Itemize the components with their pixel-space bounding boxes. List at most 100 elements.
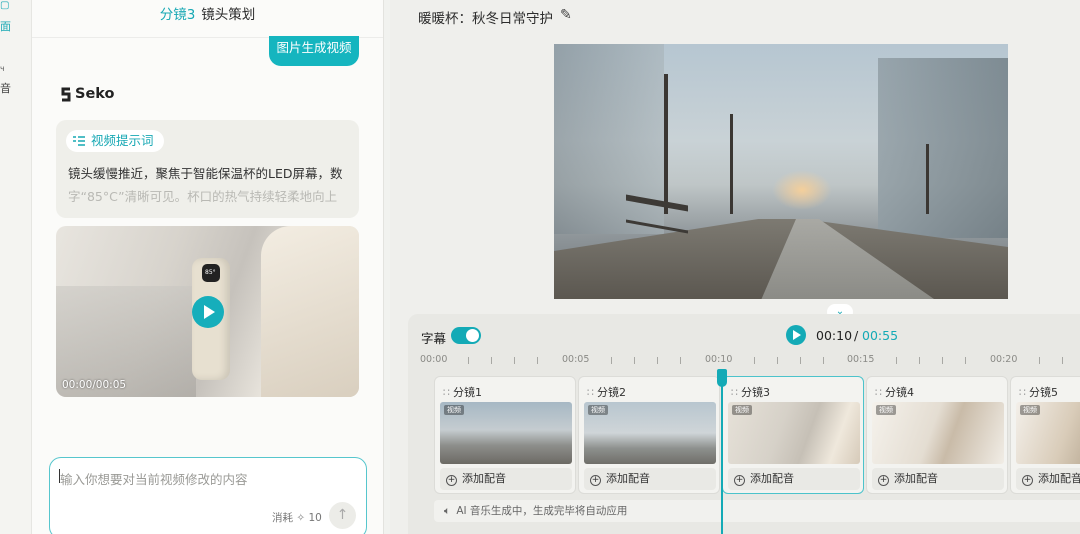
ruler-tick — [919, 357, 920, 364]
prompt-chip-label: 视频提示词 — [91, 133, 154, 148]
preview-sun — [772, 170, 832, 210]
shot-name: ∷ 分镜2 — [587, 384, 626, 400]
preview-tree — [664, 74, 668, 214]
shot-card-5[interactable]: ∷ 分镜5 视频 + 添加配音 — [1010, 376, 1080, 494]
rail-item-1[interactable]: 面 — [0, 18, 11, 34]
generated-video[interactable]: 85° 00:00/00:05 — [56, 226, 359, 397]
shot-track: ∷ 分镜1 视频 + 添加配音 ∷ 分镜2 视频 + 添加配音 ∷ 分镜3 视频 + 添加配… — [434, 376, 1080, 494]
brand-name: Seko — [75, 86, 115, 102]
preview-tree — [730, 114, 733, 214]
sparkle-icon: ✧ — [296, 512, 306, 524]
shot-name: ∷ 分镜5 — [1019, 384, 1058, 400]
ruler-tick — [1039, 357, 1040, 364]
add-voiceover-label: 添加配音 — [606, 472, 650, 485]
ruler-tick — [491, 357, 492, 364]
add-voiceover-button[interactable]: + 添加配音 — [728, 468, 860, 490]
shot-thumbnail: 视频 — [1016, 402, 1080, 464]
shot-thumbnail: 视频 — [872, 402, 1004, 464]
add-voiceover-label: 添加配音 — [750, 472, 794, 485]
cost-label: 消耗 — [272, 512, 293, 524]
prompt-text: 镜头缓慢推近，聚焦于智能保温杯的LED屏幕，数 字“85°C”清晰可见。杯口的热… — [68, 162, 345, 210]
plus-circle-icon: + — [734, 475, 745, 486]
shot-name: ∷ 分镜4 — [875, 384, 914, 400]
play-icon[interactable] — [192, 296, 224, 328]
video-badge-icon: 视频 — [444, 405, 464, 415]
add-voiceover-label: 添加配音 — [1038, 472, 1080, 485]
shot-card-3[interactable]: ∷ 分镜3 视频 + 添加配音 — [722, 376, 864, 494]
chat-panel: 分镜3 镜头策划 图片生成视频 Seko 视频提示词 镜头缓慢推近，聚焦于智能保温… — [32, 0, 384, 534]
video-badge-icon: 视频 — [1020, 405, 1040, 415]
grip-icon[interactable]: ∷ — [1019, 386, 1026, 399]
preview-image — [554, 44, 1008, 299]
pencil-icon[interactable]: ✎ — [560, 7, 572, 23]
shot-name: ∷ 分镜3 — [731, 384, 770, 400]
grip-icon[interactable]: ∷ — [443, 386, 450, 399]
plus-circle-icon: + — [590, 475, 601, 486]
home-icon[interactable]: ▢ — [0, 0, 9, 11]
left-rail: ▢ 面 ч 音 — [0, 0, 32, 534]
shot-name-text: 分镜2 — [597, 386, 626, 399]
time-ruler[interactable]: 00:00 00:05 00:10 00:15 00:20 — [420, 354, 1080, 368]
play-icon[interactable] — [786, 325, 806, 345]
ruler-tick — [965, 357, 966, 364]
ruler-tick — [823, 357, 824, 364]
plus-circle-icon: + — [1022, 475, 1033, 486]
plus-circle-icon: + — [878, 475, 889, 486]
prompt-text-line2: 字“85°C”清晰可见。杯口的热气持续轻柔地向上溢 — [68, 189, 338, 204]
ruler-tick — [777, 357, 778, 364]
chat-header: 分镜3 镜头策划 — [32, 0, 383, 38]
shot-name-text: 分镜3 — [741, 386, 770, 399]
seko-logo-icon — [61, 87, 71, 101]
shot-card-4[interactable]: ∷ 分镜4 视频 + 添加配音 — [866, 376, 1008, 494]
speaker-icon: 🔈︎ — [444, 505, 451, 517]
cup-display: 85° — [202, 264, 220, 282]
shot-thumbnail: 视频 — [728, 402, 860, 464]
cost-value: 10 — [308, 512, 322, 524]
editor-main: 暖暖杯：秋冬日常守护 ✎ ⌄ 字幕 00:10 / 00:55 00:00 00… — [390, 0, 1080, 534]
ruler-tick — [514, 357, 515, 364]
shot-card-2[interactable]: ∷ 分镜2 视频 + 添加配音 — [578, 376, 720, 494]
ruler-tick — [1062, 357, 1063, 364]
add-voiceover-button[interactable]: + 添加配音 — [584, 468, 716, 490]
send-arrow-icon[interactable]: ↑ — [329, 502, 356, 529]
grip-icon[interactable]: ∷ — [875, 386, 882, 399]
cup-display-text: 85° — [205, 269, 216, 276]
prompt-text-line1: 镜头缓慢推近，聚焦于智能保温杯的LED屏幕，数 — [68, 166, 343, 181]
ruler-label: 00:05 — [562, 354, 590, 365]
video-time: 00:00/00:05 — [62, 379, 127, 391]
preview-buildings-right — [878, 58, 1008, 238]
grip-icon[interactable]: ∷ — [587, 386, 594, 399]
shot-index: 分镜3 — [159, 7, 196, 23]
project-title: 暖暖杯：秋冬日常守护 — [418, 11, 553, 27]
add-voiceover-button[interactable]: + 添加配音 — [1016, 468, 1080, 490]
brand-label: Seko — [60, 86, 115, 102]
subtitle-label: 字幕 — [421, 331, 447, 346]
add-voiceover-label: 添加配音 — [894, 472, 938, 485]
ruler-tick — [537, 357, 538, 364]
chat-input[interactable]: 输入你想要对当前视频修改的内容 消耗 ✧ 10 ↑ — [49, 457, 367, 534]
total-time: 00:55 — [862, 328, 899, 343]
subtitle-toggle[interactable] — [451, 327, 481, 344]
prompt-card: 视频提示词 镜头缓慢推近，聚焦于智能保温杯的LED屏幕，数 字“85°C”清晰可… — [56, 120, 359, 218]
shot-name-text: 分镜1 — [453, 386, 482, 399]
add-voiceover-button[interactable]: + 添加配音 — [872, 468, 1004, 490]
chat-title: 镜头策划 — [201, 7, 256, 23]
add-voiceover-button[interactable]: + 添加配音 — [440, 468, 572, 490]
preview-tree — [926, 144, 929, 214]
shot-name-text: 分镜4 — [885, 386, 914, 399]
music-status-bar: 🔈︎ AI 音乐生成中，生成完毕将自动应用 — [434, 500, 1080, 522]
cost-indicator: 消耗 ✧ 10 — [272, 510, 322, 525]
video-badge-icon: 视频 — [732, 405, 752, 415]
add-voiceover-label: 添加配音 — [462, 472, 506, 485]
rail-item-3[interactable]: 音 — [0, 80, 11, 96]
shot-card-1[interactable]: ∷ 分镜1 视频 + 添加配音 — [434, 376, 576, 494]
grip-icon[interactable]: ∷ — [731, 386, 738, 399]
video-person — [261, 226, 359, 397]
rail-item-2[interactable]: ч — [0, 64, 5, 73]
current-time: 00:10 — [816, 328, 853, 343]
shot-thumbnail: 视频 — [584, 402, 716, 464]
prompt-chip[interactable]: 视频提示词 — [66, 130, 164, 152]
ruler-label: 00:20 — [990, 354, 1018, 365]
ruler-tick — [680, 357, 681, 364]
ruler-tick — [942, 357, 943, 364]
